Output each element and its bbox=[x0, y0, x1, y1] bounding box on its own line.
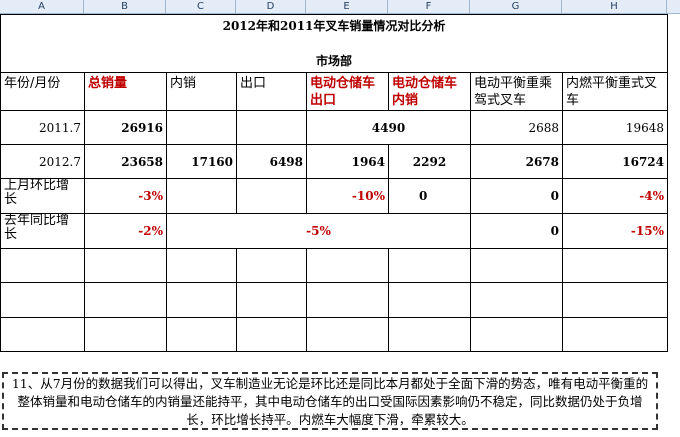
col-header-g[interactable]: G bbox=[470, 0, 562, 14]
row-mom-ew-export[interactable]: -10% bbox=[306, 178, 389, 214]
empty-cell[interactable] bbox=[470, 248, 563, 283]
header-total[interactable]: 总销量 bbox=[84, 72, 167, 111]
empty-cell[interactable] bbox=[166, 317, 237, 352]
row-yoy-label[interactable]: 去年同比增长 bbox=[0, 213, 85, 249]
row-2012-ew-export[interactable]: 1964 bbox=[306, 144, 389, 179]
row-2011-ec-ride[interactable]: 2688 bbox=[470, 110, 563, 145]
row-yoy-ec-ride[interactable]: 0 bbox=[470, 213, 563, 249]
empty-cell[interactable] bbox=[306, 317, 389, 352]
row-mom-export[interactable] bbox=[236, 178, 307, 214]
empty-cell[interactable] bbox=[388, 282, 471, 318]
empty-cell[interactable] bbox=[0, 282, 85, 318]
row-mom-ic[interactable]: -4% bbox=[562, 178, 668, 214]
row-mom-ec-ride[interactable]: 0 bbox=[470, 178, 563, 214]
header-ew-domestic[interactable]: 电动仓储车内销 bbox=[388, 72, 471, 111]
empty-cell[interactable] bbox=[306, 282, 389, 318]
col-header-a[interactable]: A bbox=[0, 0, 84, 14]
header-domestic[interactable]: 内销 bbox=[166, 72, 237, 111]
header-ic[interactable]: 内燃平衡重式叉车 bbox=[562, 72, 668, 111]
col-header-b[interactable]: B bbox=[84, 0, 166, 14]
row-mom-total[interactable]: -3% bbox=[84, 178, 167, 214]
empty-cell[interactable] bbox=[84, 282, 167, 318]
row-2011-export[interactable] bbox=[236, 110, 307, 145]
row-mom-ew-domestic[interactable]: 0 bbox=[388, 178, 471, 214]
header-export[interactable]: 出口 bbox=[236, 72, 307, 111]
col-header-rest bbox=[667, 0, 680, 14]
header-period[interactable]: 年份/月份 bbox=[0, 72, 85, 111]
row-yoy-ic[interactable]: -15% bbox=[562, 213, 668, 249]
row-2012-domestic[interactable]: 17160 bbox=[166, 144, 237, 179]
report-title: 2012年和2011年叉车销量情况对比分析 bbox=[222, 19, 446, 33]
row-2011-ew-merged[interactable]: 4490 bbox=[306, 110, 471, 145]
row-yoy-total[interactable]: -2% bbox=[84, 213, 167, 249]
header-ec-ride[interactable]: 电动平衡重乘驾式叉车 bbox=[470, 72, 563, 111]
analysis-note-textbox[interactable]: 11、从7月份的数据我们可以得出，叉车制造业无论是环比还是同比本月都处于全面下滑… bbox=[2, 372, 658, 430]
department-label: 市场部 bbox=[315, 54, 352, 68]
col-header-e[interactable]: E bbox=[306, 0, 388, 14]
col-header-d[interactable]: D bbox=[236, 0, 306, 14]
empty-cell[interactable] bbox=[0, 248, 85, 283]
row-2012-total[interactable]: 23658 bbox=[84, 144, 167, 179]
row-2011-period[interactable]: 2011.7 bbox=[0, 110, 85, 145]
empty-cell[interactable] bbox=[166, 282, 237, 318]
col-header-h[interactable]: H bbox=[562, 0, 667, 14]
empty-cell[interactable] bbox=[236, 282, 307, 318]
row-2011-ic[interactable]: 19648 bbox=[562, 110, 668, 145]
empty-cell[interactable] bbox=[562, 282, 668, 318]
row-mom-label[interactable]: 上月环比增长 bbox=[0, 178, 85, 214]
row-2011-domestic[interactable] bbox=[166, 110, 237, 145]
header-ew-export[interactable]: 电动仓储车出口 bbox=[306, 72, 389, 111]
empty-cell[interactable] bbox=[306, 248, 389, 283]
empty-cell[interactable] bbox=[236, 317, 307, 352]
empty-cell[interactable] bbox=[388, 317, 471, 352]
empty-cell[interactable] bbox=[562, 317, 668, 352]
empty-cell[interactable] bbox=[84, 248, 167, 283]
empty-cell[interactable] bbox=[236, 248, 307, 283]
empty-cell[interactable] bbox=[388, 248, 471, 283]
title-cell[interactable]: 2012年和2011年叉车销量情况对比分析 市场部 bbox=[0, 14, 668, 73]
row-2012-ew-domestic[interactable]: 2292 bbox=[388, 144, 471, 179]
row-2012-ic[interactable]: 16724 bbox=[562, 144, 668, 179]
empty-cell[interactable] bbox=[0, 317, 85, 352]
row-2012-export[interactable]: 6498 bbox=[236, 144, 307, 179]
spreadsheet: A B C D E F G H 2012年和2011年叉车销量情况对比分析 市场… bbox=[0, 0, 680, 437]
row-2012-ec-ride[interactable]: 2678 bbox=[470, 144, 563, 179]
empty-cell[interactable] bbox=[562, 248, 668, 283]
row-2012-period[interactable]: 2012.7 bbox=[0, 144, 85, 179]
col-header-f[interactable]: F bbox=[388, 0, 470, 14]
empty-cell[interactable] bbox=[470, 317, 563, 352]
col-header-c[interactable]: C bbox=[166, 0, 236, 14]
row-yoy-ew-merged[interactable]: -5% bbox=[166, 213, 471, 249]
data-table: 2012年和2011年叉车销量情况对比分析 市场部 年份/月份 总销量 内销 出… bbox=[0, 14, 668, 352]
row-2011-total[interactable]: 26916 bbox=[84, 110, 167, 145]
empty-cell[interactable] bbox=[470, 282, 563, 318]
empty-cell[interactable] bbox=[166, 248, 237, 283]
row-mom-domestic[interactable] bbox=[166, 178, 237, 214]
empty-cell[interactable] bbox=[84, 317, 167, 352]
